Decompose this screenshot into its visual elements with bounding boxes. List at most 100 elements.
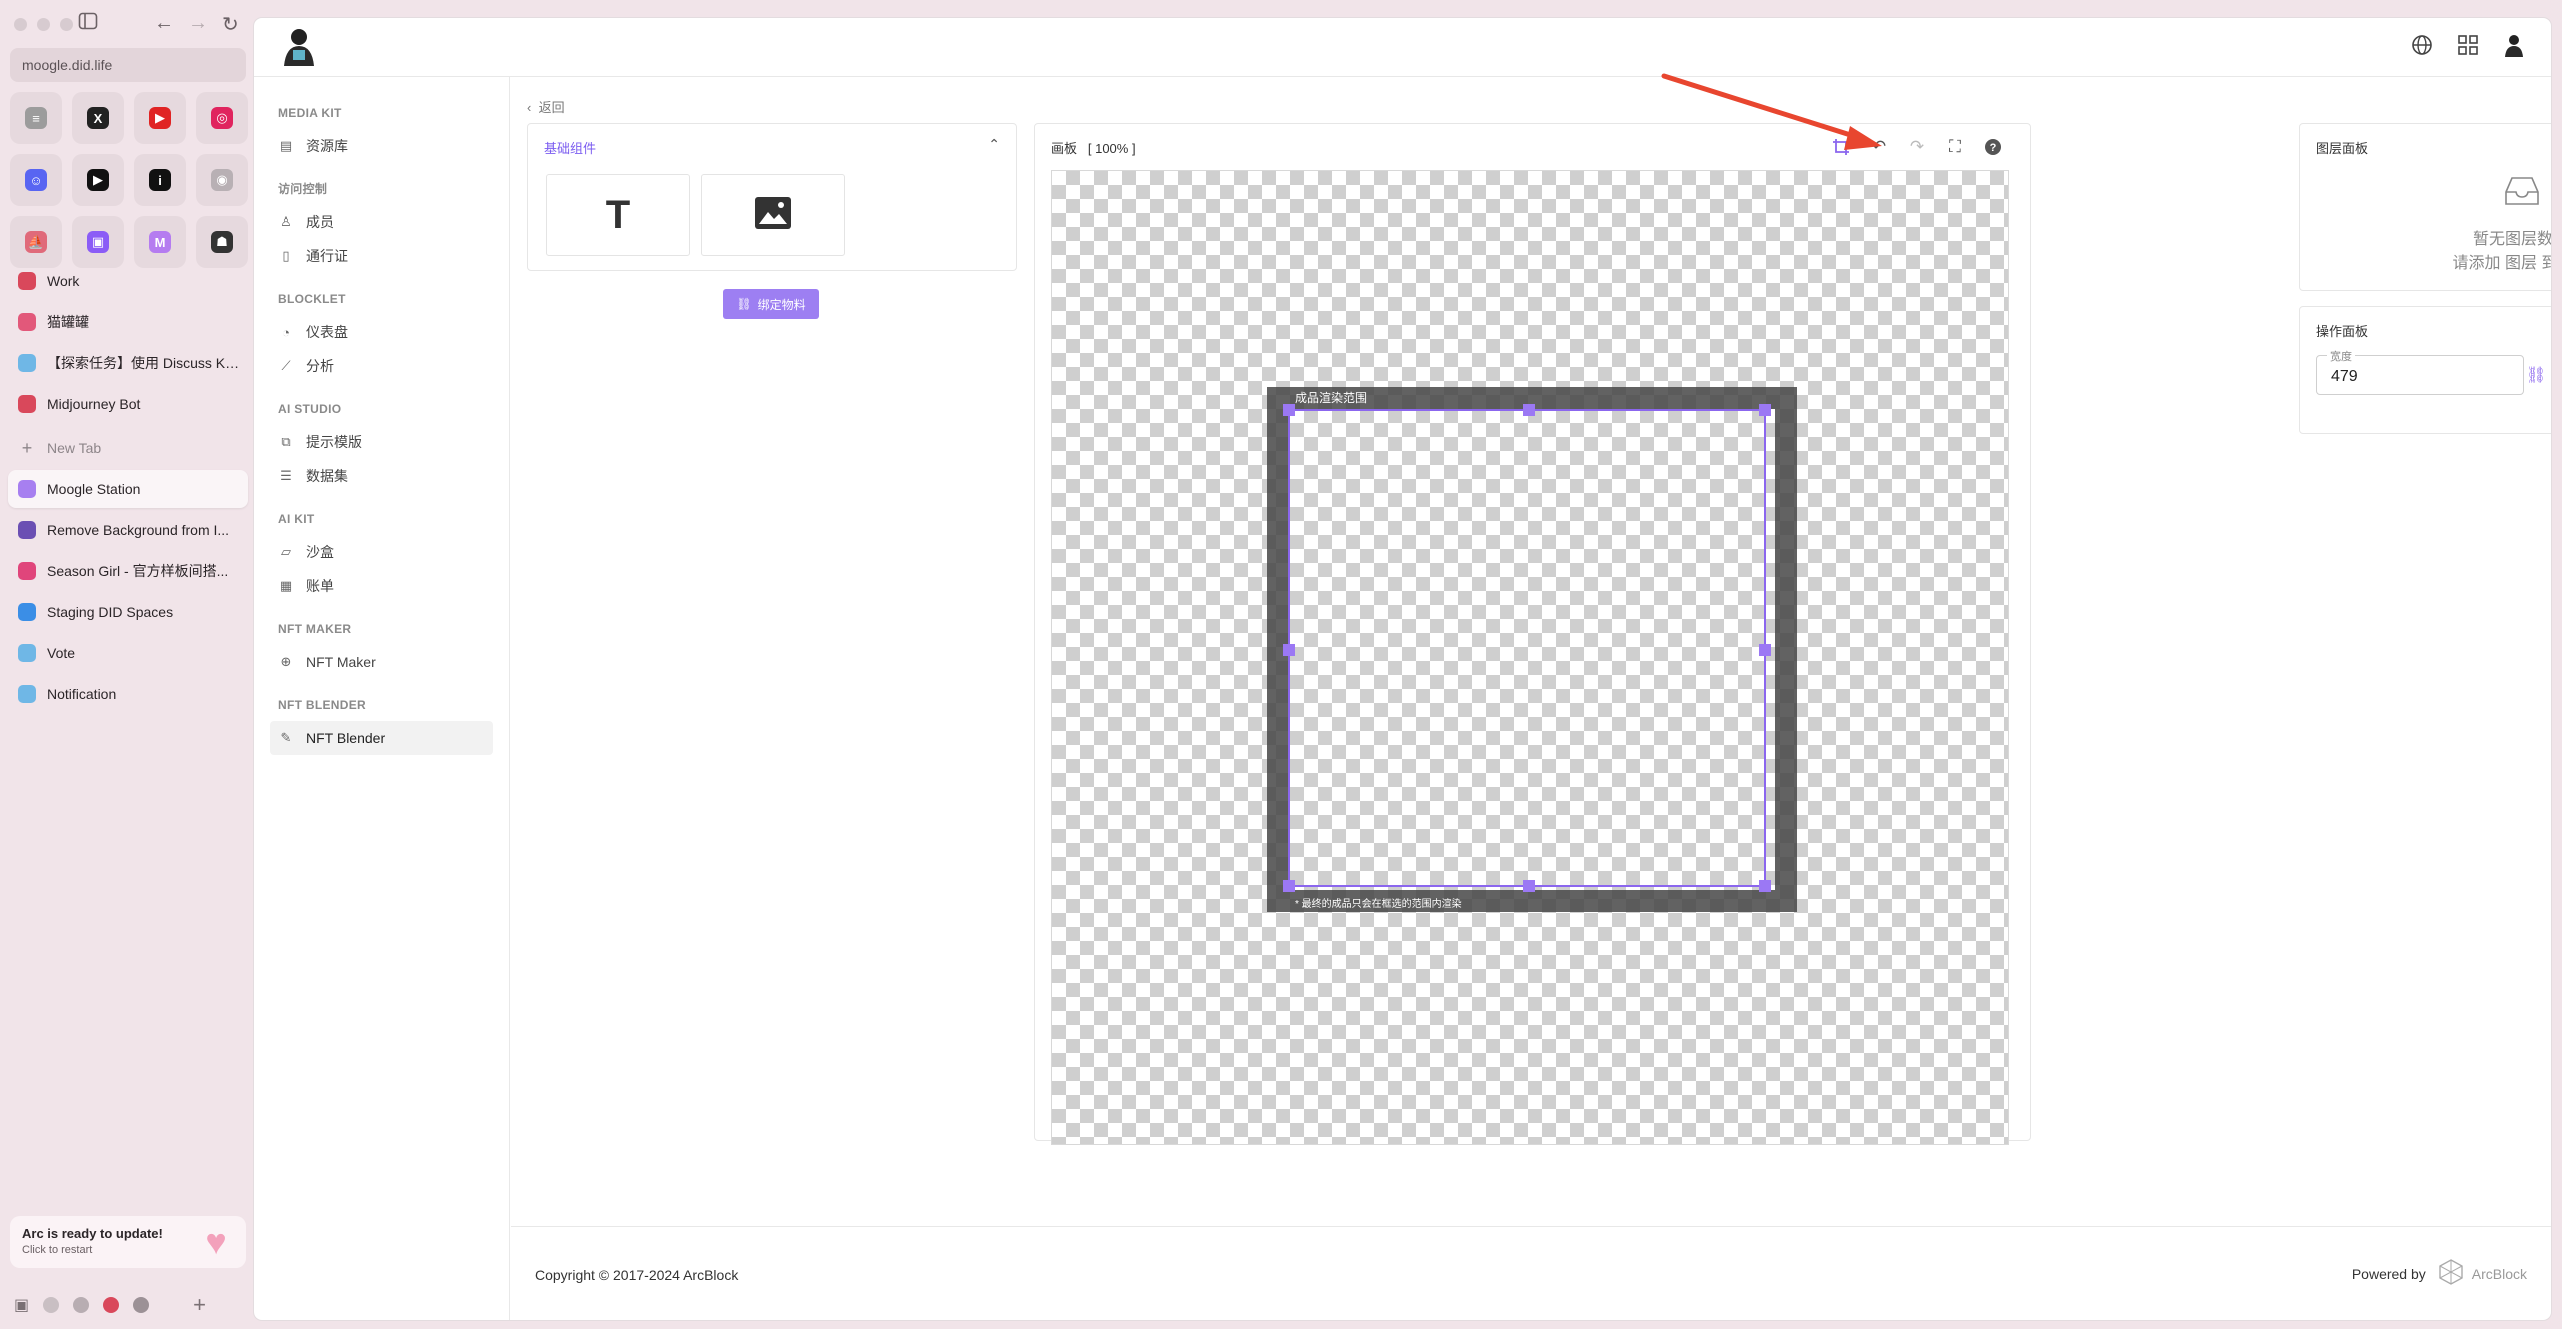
favorite-tile[interactable]: M	[134, 216, 186, 268]
resize-handle[interactable]	[1523, 880, 1535, 892]
image-component-tile[interactable]	[701, 174, 845, 256]
forward-arrow-icon[interactable]: →	[188, 12, 208, 35]
annotation-arrow-icon	[1661, 73, 1882, 150]
nav-item[interactable]: ▦ 账单	[270, 569, 493, 603]
nav-item[interactable]: ▤ 资源库	[270, 129, 493, 163]
new-tab-button[interactable]: + New Tab	[8, 429, 248, 467]
browser-tab[interactable]: Notification	[8, 675, 248, 713]
favorite-tile[interactable]: ◉	[196, 154, 248, 206]
help-icon[interactable]: ?	[1982, 136, 2004, 158]
favorite-tile[interactable]: ◎	[196, 92, 248, 144]
nav-item[interactable]: ✎ NFT Blender	[270, 721, 493, 755]
close-window-button[interactable]	[14, 18, 27, 31]
favorite-tile[interactable]: X	[72, 92, 124, 144]
components-title[interactable]: 基础组件	[544, 138, 596, 157]
nav-item[interactable]: ◔ 仪表盘	[270, 315, 493, 349]
window-controls[interactable]	[14, 18, 73, 31]
canvas-panel: 画板 [ 100% ] ↶ ↷ ⛶ ? 成品渲染范围 * 最终的成品只会在框选的…	[1034, 123, 2031, 1145]
url-bar[interactable]: moogle.did.life	[10, 48, 246, 82]
browser-tab[interactable]: Moogle Station	[8, 470, 248, 508]
browser-tab[interactable]: 猫罐罐	[8, 303, 248, 341]
resize-handle[interactable]	[1283, 404, 1295, 416]
width-label: 宽度	[2327, 348, 2355, 364]
arcblock-logo-icon	[2438, 1259, 2464, 1288]
redo-icon[interactable]: ↷	[1906, 136, 1928, 158]
arcblock-brand-link[interactable]: ArcBlock	[2438, 1259, 2527, 1288]
space-dot-icon[interactable]	[103, 1297, 120, 1313]
favorite-tile[interactable]: ▣	[72, 216, 124, 268]
nav-item[interactable]: ⧉ 提示模版	[270, 425, 493, 459]
tab-favicon-icon	[18, 603, 36, 621]
zoom-window-button[interactable]	[60, 18, 73, 31]
powered-by: Powered by ArcBlock	[2352, 1259, 2527, 1288]
back-link[interactable]: ‹ 返回	[527, 97, 565, 116]
width-input[interactable]	[2329, 367, 2513, 387]
nav-item-label: NFT Blender	[306, 730, 386, 746]
space-dot-icon[interactable]	[73, 1297, 90, 1313]
text-component-tile[interactable]: T	[546, 174, 690, 256]
nav-item[interactable]: ▱ 沙盒	[270, 535, 493, 569]
nav-section-title: MEDIA KIT	[278, 106, 342, 120]
user-avatar-icon[interactable]	[2501, 32, 2527, 58]
width-field[interactable]: 宽度	[2316, 348, 2524, 395]
back-arrow-icon[interactable]: ←	[154, 12, 174, 35]
favorite-tile[interactable]: i	[134, 154, 186, 206]
main-content: ‹ 返回 基础组件 ⌃ T ⛓ 绑定物料 画板 [ 100% ] ↶ ↷ ⛶ ?…	[511, 77, 2551, 1225]
nav-section-title: 访问控制	[278, 182, 328, 196]
favorite-tile[interactable]: ▶	[72, 154, 124, 206]
artboard-canvas[interactable]: 成品渲染范围 * 最终的成品只会在框选的范围内渲染	[1051, 170, 2009, 1145]
update-card[interactable]: Arc is ready to update! Click to restart…	[10, 1216, 246, 1268]
tab-label: Work	[47, 273, 80, 289]
resize-handle[interactable]	[1759, 644, 1771, 656]
selection-box[interactable]	[1283, 404, 1771, 892]
tab-label: Midjourney Bot	[47, 396, 141, 412]
browser-tab[interactable]: Midjourney Bot	[8, 385, 248, 423]
nav-item-icon: ◔	[282, 324, 290, 340]
browser-tab[interactable]: Season Girl - 官方样板间搭...	[8, 552, 248, 590]
avatar-logo-icon[interactable]	[280, 26, 318, 66]
favorite-tile[interactable]: ▶	[134, 92, 186, 144]
sailboat-icon: ⛵	[25, 231, 47, 253]
browser-tab[interactable]: Remove Background from I...	[8, 511, 248, 549]
browser-tab[interactable]: Staging DID Spaces	[8, 593, 248, 631]
space-dot-icon[interactable]	[133, 1297, 150, 1313]
bind-material-button[interactable]: ⛓ 绑定物料	[723, 289, 819, 319]
resize-handle[interactable]	[1283, 644, 1295, 656]
nav-item[interactable]: ♙ 成员	[270, 205, 493, 239]
aspect-lock-link-icon[interactable]: ⛓	[2526, 365, 2546, 385]
favorite-tile[interactable]: ☗	[196, 216, 248, 268]
nav-item[interactable]: ⊕ NFT Maker	[270, 645, 493, 679]
browser-tab[interactable]: 【探索任务】使用 Discuss Kit...	[8, 344, 248, 382]
browser-tab[interactable]: Work	[8, 262, 248, 300]
space-dot-icon[interactable]	[43, 1297, 60, 1313]
sidebar-toggle-icon[interactable]	[78, 12, 98, 36]
resize-handle[interactable]	[1759, 404, 1771, 416]
minimize-window-button[interactable]	[37, 18, 50, 31]
reload-icon[interactable]: ↻	[222, 12, 239, 37]
favorite-tile[interactable]: ≡	[10, 92, 62, 144]
resize-handle[interactable]	[1283, 880, 1295, 892]
youtube-icon: ▶	[149, 107, 171, 129]
add-space-icon[interactable]: +	[193, 1292, 206, 1318]
x-icon: X	[87, 107, 109, 129]
chevron-up-icon[interactable]: ⌃	[988, 136, 1000, 153]
tab-label: Remove Background from I...	[47, 522, 230, 538]
favorite-tile[interactable]: ⛵	[10, 216, 62, 268]
apps-grid-icon[interactable]	[2455, 32, 2481, 58]
fullscreen-icon[interactable]: ⛶	[1944, 136, 1966, 158]
nav-item-label: 资源库	[306, 138, 348, 154]
layer-panel-title: 图层面板	[2316, 141, 2369, 156]
nav-item-label: 沙盒	[306, 544, 334, 560]
nav-item[interactable]: ⟋ 分析	[270, 349, 493, 383]
resize-handle[interactable]	[1523, 404, 1535, 416]
browser-tab[interactable]: Vote	[8, 634, 248, 672]
favorite-tile[interactable]: ☺	[10, 154, 62, 206]
nav-item[interactable]: ▯ 通行证	[270, 239, 493, 273]
archive-icon[interactable]: ▣	[14, 1295, 29, 1315]
chevron-left-icon: ‹	[527, 100, 532, 115]
resize-handle[interactable]	[1759, 880, 1771, 892]
canvas-label: 画板	[1051, 141, 1078, 156]
nav-item[interactable]: ☰ 数据集	[270, 459, 493, 493]
nav-section-title: NFT BLENDER	[278, 698, 366, 712]
globe-language-icon[interactable]	[2409, 32, 2435, 58]
